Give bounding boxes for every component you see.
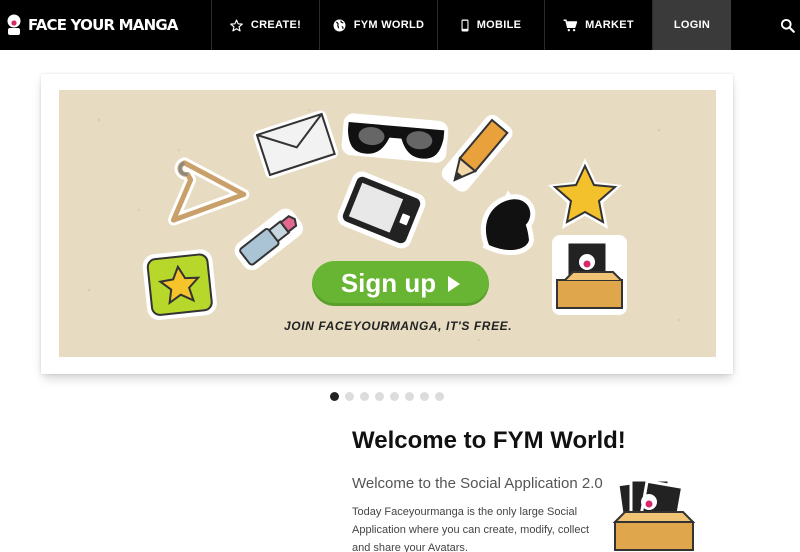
- slider-dot[interactable]: [405, 392, 414, 401]
- phone-icon: [461, 19, 469, 32]
- photo-box-sticker: [552, 235, 627, 315]
- star-sticker: [548, 158, 622, 229]
- banner-tagline: JOIN FACEYOURMANGA, IT'S FREE.: [284, 319, 513, 333]
- logo-icon: [6, 14, 22, 36]
- signup-banner[interactable]: Sign up JOIN FACEYOURMANGA, IT'S FREE.: [59, 90, 716, 357]
- squirrel-sticker: [480, 190, 536, 255]
- nav-create-label: CREATE!: [250, 19, 302, 31]
- signup-button[interactable]: Sign up: [312, 261, 489, 306]
- search-icon: [780, 18, 795, 33]
- green-box-sticker: [142, 249, 217, 320]
- welcome-body: Today Faceyourmanga is the only large So…: [352, 506, 590, 552]
- welcome-title: Welcome to FYM World!: [352, 427, 626, 454]
- nav-create[interactable]: CREATE!: [211, 0, 319, 50]
- slider-dot[interactable]: [345, 392, 354, 401]
- banner-illustration: [87, 109, 680, 342]
- login-button[interactable]: LOGIN: [652, 0, 731, 50]
- slider-pagination: [330, 392, 444, 401]
- search-button[interactable]: [731, 0, 800, 50]
- lipstick-sticker: [234, 208, 303, 271]
- play-arrow-icon: [448, 275, 461, 292]
- photo-box-illustration: [611, 477, 701, 552]
- nav-world-label: FYM WORLD: [353, 19, 425, 31]
- signup-label: Sign up: [340, 268, 437, 298]
- nav-mobile-label: MOBILE: [476, 19, 522, 31]
- globe-icon: [333, 19, 346, 32]
- hanger-sticker: [167, 157, 250, 226]
- site-logo[interactable]: FACE YOUR MANGA: [0, 0, 211, 50]
- slider-dot[interactable]: [330, 392, 339, 401]
- slider-dot[interactable]: [390, 392, 399, 401]
- sunglasses-sticker: [341, 113, 449, 163]
- nav-market[interactable]: MARKET: [544, 0, 652, 50]
- envelope-sticker: [253, 110, 339, 179]
- nav-mobile[interactable]: MOBILE: [437, 0, 544, 50]
- top-navbar: FACE YOUR MANGA CREATE! FYM WORLD MOBILE…: [0, 0, 800, 50]
- slider-dot[interactable]: [360, 392, 369, 401]
- slider-dot[interactable]: [435, 392, 444, 401]
- star-icon: [230, 18, 243, 32]
- nav-fym-world[interactable]: FYM WORLD: [319, 0, 437, 50]
- logo-text: FACE YOUR MANGA: [28, 16, 178, 34]
- cart-icon: [563, 18, 578, 32]
- pencil-sticker: [441, 114, 513, 192]
- tablet-sticker: [337, 171, 426, 249]
- slider-dot[interactable]: [420, 392, 429, 401]
- login-label: LOGIN: [673, 19, 711, 31]
- nav-market-label: MARKET: [585, 19, 634, 31]
- welcome-subtitle: Welcome to the Social Application 2.0: [352, 475, 603, 492]
- slider-dot[interactable]: [375, 392, 384, 401]
